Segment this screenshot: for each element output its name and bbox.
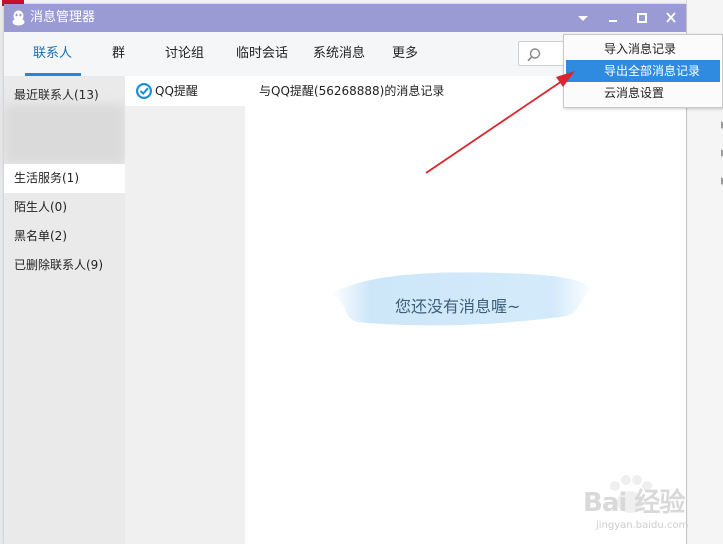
dropdown-triangle-icon[interactable] [574,10,592,26]
maximize-icon[interactable] [633,10,651,26]
tab-discussion-groups[interactable]: 讨论组 [165,32,204,76]
tab-contacts[interactable]: 联系人 [33,32,72,76]
tab-groups[interactable]: 群 [112,32,125,76]
more-options-menu: 导入消息记录 导出全部消息记录 云消息设置 [563,34,723,108]
tab-system-messages[interactable]: 系统消息 [313,32,365,76]
tab-more[interactable]: 更多 [392,32,418,76]
close-icon[interactable] [662,10,680,26]
blurred-contacts [4,104,125,164]
contact-list [125,76,245,544]
contact-item-qq-reminder[interactable]: QQ提醒 [125,76,245,106]
contact-name: QQ提醒 [155,84,198,98]
minimize-icon[interactable] [604,10,622,26]
category-strangers[interactable]: 陌生人(0) [4,193,125,222]
tab-temp-sessions[interactable]: 临时会话 [236,32,288,76]
category-blacklist[interactable]: 黑名单(2) [4,222,125,251]
empty-state-text: 您还没有消息喔~ [395,297,521,316]
watermark-brand: Bai 经验 [583,488,685,518]
title-bar: 消息管理器 [4,4,686,32]
watermark-url: jingyan.baidu.com [596,520,689,531]
qq-penguin-icon [12,10,25,26]
menu-item-export-all-records[interactable]: 导出全部消息记录 [566,60,720,82]
search-icon[interactable] [526,47,542,63]
category-life-services[interactable]: 生活服务(1) [4,164,125,193]
message-history-title: 与QQ提醒(56268888)的消息记录 [259,84,445,98]
category-deleted-contacts[interactable]: 已删除联系人(9) [4,251,125,280]
menu-item-import-records[interactable]: 导入消息记录 [564,38,722,60]
contact-category-list: 最近联系人(13) 生活服务(1) 陌生人(0) 黑名单(2) 已删除联系人(9… [4,76,125,544]
menu-item-cloud-message-settings[interactable]: 云消息设置 [564,82,722,104]
qq-reminder-icon [136,83,152,99]
window-title: 消息管理器 [30,10,96,25]
